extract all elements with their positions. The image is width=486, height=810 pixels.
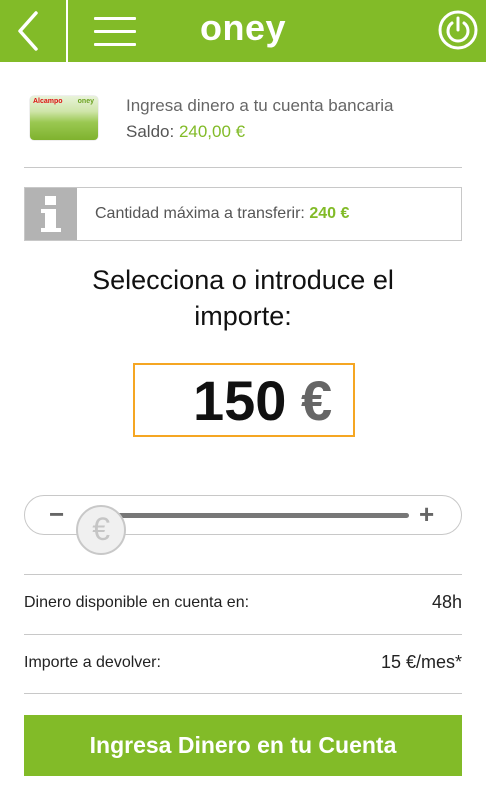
decrease-button[interactable]: − <box>49 501 64 527</box>
logo: oney <box>199 7 287 48</box>
card-brand: Alcampo <box>33 98 63 105</box>
repayment-row: Importe a devolver: 15 €/mes* <box>24 634 462 694</box>
max-transfer-label: Cantidad máxima a transferir: <box>95 205 305 222</box>
max-transfer-value: 240 € <box>309 205 350 222</box>
availability-label: Dinero disponible en cuenta en: <box>24 594 250 611</box>
availability-row: Dinero disponible en cuenta en: 48h <box>24 574 462 634</box>
header-divider <box>66 0 68 62</box>
amount-currency: € <box>301 369 333 432</box>
amount-slider[interactable]: − € + <box>24 495 462 555</box>
menu-button[interactable] <box>90 12 140 50</box>
amount-prompt: Selecciona o introduce el importe: <box>92 265 394 331</box>
power-icon <box>438 10 478 50</box>
repayment-value: 15 €/mes* <box>380 652 462 672</box>
back-button[interactable] <box>0 0 66 62</box>
card-summary: Alcampo oney Ingresa dinero a tu cuenta … <box>0 92 486 152</box>
top-bar: oney <box>0 0 486 62</box>
card-title: Ingresa dinero a tu cuenta bancaria <box>126 96 394 115</box>
hamburger-icon <box>94 17 136 20</box>
amount-value: 150 <box>193 369 287 432</box>
amount-input[interactable]: 150 € <box>133 363 355 437</box>
card-oney-logo: oney <box>77 98 94 105</box>
divider <box>24 693 462 694</box>
divider <box>24 167 462 168</box>
chevron-left-icon <box>18 11 38 51</box>
card-image: Alcampo oney <box>30 96 98 140</box>
max-transfer-text: Cantidad máxima a transferir: 240 € <box>95 205 349 223</box>
card-balance: Saldo: 240,00 € <box>126 122 245 142</box>
info-icon <box>25 188 77 240</box>
slider-thumb[interactable]: € <box>76 505 127 555</box>
balance-value: 240,00 € <box>178 122 246 141</box>
availability-value: 48h <box>431 592 462 612</box>
max-transfer-info: Cantidad máxima a transferir: 240 € <box>24 187 462 241</box>
increase-button[interactable]: + <box>419 501 434 527</box>
balance-label: Saldo: <box>126 122 175 141</box>
power-button[interactable] <box>436 8 480 52</box>
repayment-label: Importe a devolver: <box>24 654 161 671</box>
slider-track[interactable]: € <box>76 505 409 555</box>
deposit-money-button[interactable]: Ingresa Dinero en tu Cuenta <box>24 715 462 776</box>
